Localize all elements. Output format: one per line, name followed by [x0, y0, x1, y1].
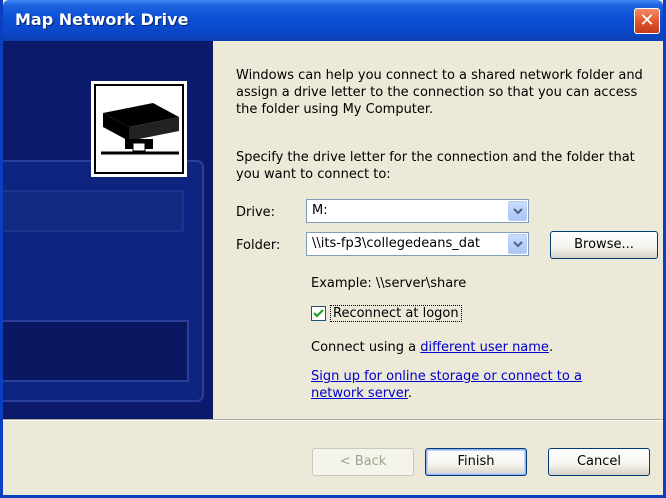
- browse-button[interactable]: Browse...: [550, 231, 658, 259]
- specify-text: Specify the drive letter for the connect…: [236, 150, 635, 182]
- signup-link-line1[interactable]: Sign up for online storage or connect to…: [311, 369, 582, 384]
- chevron-down-icon: [512, 207, 523, 214]
- title-bar[interactable]: Map Network Drive ✕: [3, 0, 663, 41]
- footer-separator: [3, 419, 663, 421]
- connect-using-prefix: Connect using a: [311, 340, 421, 355]
- chevron-down-icon: [512, 240, 523, 247]
- finish-button[interactable]: Finish: [425, 448, 527, 476]
- folder-label: Folder:: [236, 238, 281, 253]
- network-drive-icon: [91, 81, 187, 177]
- folder-combobox[interactable]: \\its-fp3\collegedeans_dat: [306, 232, 529, 256]
- folder-dropdown-button[interactable]: [508, 234, 527, 254]
- intro-text: Windows can help you connect to a shared…: [236, 68, 643, 117]
- cancel-button[interactable]: Cancel: [548, 448, 650, 476]
- drive-value: M:: [312, 203, 328, 218]
- network-drive-illustration: [3, 41, 213, 419]
- connect-using-suffix: .: [548, 340, 554, 355]
- close-button[interactable]: ✕: [634, 8, 660, 34]
- drive-combobox[interactable]: M:: [306, 199, 529, 223]
- checkmark-icon: [313, 309, 324, 318]
- back-button[interactable]: < Back: [312, 448, 414, 476]
- window-title: Map Network Drive: [15, 10, 189, 29]
- signup-link-line2[interactable]: network server: [311, 386, 408, 401]
- reconnect-label[interactable]: Reconnect at logon: [330, 305, 462, 322]
- signup-text: Sign up for online storage or connect to…: [311, 368, 582, 402]
- close-icon: ✕: [639, 10, 655, 31]
- map-network-drive-dialog: Map Network Drive ✕ Windows can help you…: [0, 0, 666, 498]
- drive-dropdown-button[interactable]: [508, 201, 527, 221]
- signup-suffix: .: [407, 386, 413, 401]
- example-text: Example: \\server\share: [311, 276, 467, 291]
- reconnect-checkbox[interactable]: [311, 306, 326, 321]
- wizard-side-panel: [3, 41, 213, 419]
- folder-value: \\its-fp3\collegedeans_dat: [312, 236, 481, 251]
- drive-label: Drive:: [236, 205, 276, 220]
- connect-using-text: Connect using a different user name.: [311, 340, 553, 355]
- different-user-name-link[interactable]: different user name: [420, 340, 549, 355]
